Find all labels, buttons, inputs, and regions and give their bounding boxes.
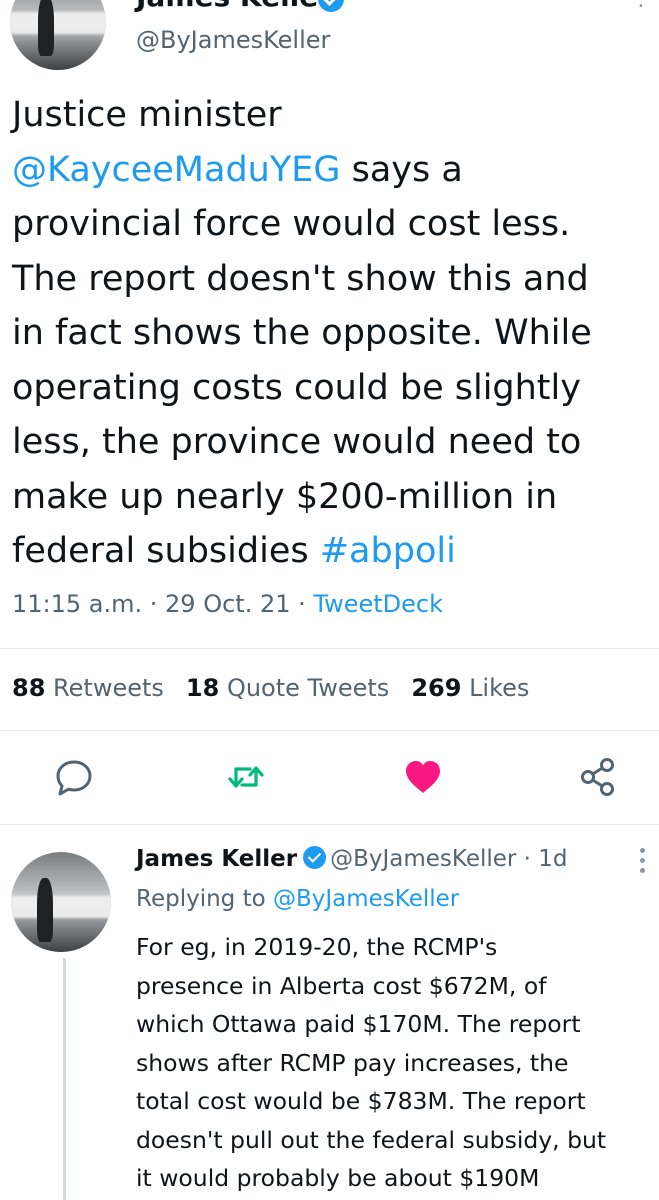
avatar[interactable] [10, 0, 106, 70]
tweet-text-line: federal subsidies #abpoli [12, 524, 652, 579]
tweet-text-segment: make up nearly $200-million in [12, 476, 558, 517]
tweet-text-segment: The report doesn't show this and [12, 258, 589, 299]
tweet-text-segment: less, the province would need to [12, 422, 582, 462]
reply-text-line: doesn't pull out the federal subsidy, bu… [136, 1125, 607, 1154]
mention-link[interactable]: @KayceeMaduYEG [12, 150, 340, 190]
tweet-text-segment: Justice minister [12, 95, 282, 135]
retweet-icon [228, 766, 264, 788]
tweet-text-segment: in fact shows the opposite. While [12, 313, 592, 353]
tweet-text-line: The report doesn't show this and [12, 252, 652, 307]
avatar[interactable] [11, 852, 111, 952]
retweet-button[interactable] [224, 755, 268, 799]
verified-badge-icon [303, 846, 327, 869]
more-options-icon[interactable]: ⋮ [630, 0, 652, 10]
like-button[interactable] [401, 755, 445, 799]
reply-text-line: total cost would be $783M. The report [136, 1087, 586, 1115]
reply-tweet[interactable]: James Keller @ByJamesKeller · 1d Replying… [0, 826, 659, 1200]
tweet-metadata: 11:15 a.m. · 29 Oct. 21 · TweetDeck [12, 590, 443, 618]
engagement-stats: 88 Retweets 18 Quote Tweets 269 Likes [12, 674, 529, 702]
share-icon [581, 758, 614, 796]
likes-count: 269 [411, 674, 462, 702]
likes-stat[interactable]: 269 Likes [411, 674, 529, 702]
tweet-age[interactable]: · 1d [524, 846, 568, 872]
hashtag-link[interactable]: #abpoli [320, 531, 456, 571]
quotes-label: Quote Tweets [226, 674, 390, 702]
reply-text: For eg, in 2019-20, the RCMP's presence i… [136, 928, 651, 1198]
tweet-text-segment: operating costs could be slightly [12, 367, 581, 408]
author-handle[interactable]: @ByJamesKeller [330, 846, 516, 872]
tweet-date[interactable]: 29 Oct. 21 [165, 590, 290, 618]
retweets-stat[interactable]: 88 Retweets [12, 674, 164, 702]
reply-icon [56, 760, 92, 796]
likes-label: Likes [469, 674, 530, 702]
tweet-text-line: less, the province would need to [12, 415, 652, 470]
replying-to-handle[interactable]: @ByJamesKeller [273, 886, 459, 912]
meta-separator: · [142, 590, 166, 618]
retweets-label: Retweets [53, 674, 164, 702]
tweet-text-line: Justice minister [12, 88, 652, 143]
author-name[interactable]: James Keller [136, 0, 332, 13]
reply-button[interactable] [52, 755, 96, 799]
reply-text-line: it would probably be about $190M [136, 1164, 540, 1192]
tweet-text-line: @KayceeMaduYEG says a [12, 143, 652, 198]
tweet-text-line: provincial force would cost less. [12, 197, 652, 252]
tweet-text-segment: provincial force would cost less. [12, 204, 571, 244]
tweet-text-segment: says a [340, 149, 463, 190]
replying-to: Replying to @ByJamesKeller [136, 886, 459, 912]
tweet-text-line: in fact shows the opposite. While [12, 306, 652, 361]
author-handle[interactable]: @ByJamesKeller [136, 26, 330, 54]
tweet-text-line: operating costs could be slightly [12, 361, 652, 416]
quotes-stat[interactable]: 18 Quote Tweets [186, 674, 389, 702]
thread-connector-line [63, 958, 66, 1200]
reply-header: James Keller @ByJamesKeller · 1d [136, 846, 568, 872]
retweets-count: 88 [12, 674, 46, 702]
quotes-count: 18 [185, 674, 220, 702]
reply-text-line: For eg, in 2019-20, the RCMP's [136, 933, 498, 961]
tweet-text: Justice minister @KayceeMaduYEG says a pro… [12, 88, 652, 579]
replying-prefix: Replying to [136, 886, 266, 912]
tweet-source[interactable]: TweetDeck [313, 590, 443, 618]
tweet-text-segment: federal subsidies [12, 531, 320, 571]
divider [0, 730, 659, 731]
tweet-text-line: make up nearly $200-million in [12, 470, 652, 525]
author-name[interactable]: James Keller [136, 846, 297, 872]
meta-separator: · [290, 590, 314, 618]
reply-text-line: which Ottawa paid $170M. The report [136, 1010, 581, 1038]
main-tweet: James Keller @ByJamesKeller ⋮ Justice mi… [0, 0, 659, 825]
share-button[interactable] [576, 755, 620, 799]
like-icon [406, 761, 440, 793]
reply-text-line: shows after RCMP pay increases, the [136, 1048, 569, 1077]
more-options-icon[interactable] [640, 848, 646, 878]
divider [0, 648, 659, 649]
tweet-actions [0, 755, 659, 805]
divider [0, 824, 659, 825]
reply-text-line: presence in Alberta cost $672M, of [136, 971, 547, 1000]
tweet-time[interactable]: 11:15 a.m. [12, 590, 142, 618]
